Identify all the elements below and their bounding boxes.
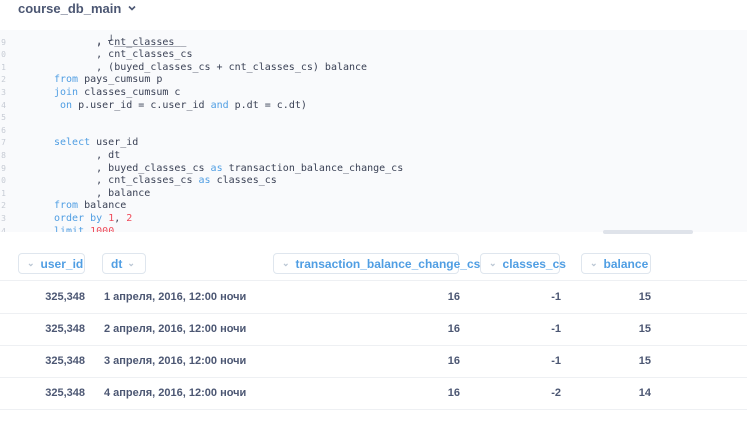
cell-balance: 15 (638, 355, 651, 367)
line-number: 0 (1, 50, 6, 60)
line-number: 1 (1, 62, 6, 72)
code-text: select user_id (54, 137, 139, 149)
cell-user-id: 325,348 (45, 355, 85, 367)
chevron-down-icon (128, 5, 136, 11)
code-line: 0 , cnt_classes_cs (0, 48, 747, 61)
line-number: 4 (1, 100, 6, 110)
column-header-user-id[interactable]: ⌄ user_id (18, 253, 85, 274)
code-line: 6 (0, 124, 747, 137)
code-text: limit 1000 (54, 225, 115, 232)
top-bar: course_db_main (0, 0, 747, 31)
cell-user-id: 325,348 (45, 323, 85, 335)
code-text: , balance (54, 187, 151, 199)
line-number: 5 (1, 113, 6, 123)
code-text: order by 1, 2 (54, 213, 133, 224)
code-text: , cnt_classes_cs (54, 49, 193, 61)
code-text: from balance (54, 200, 127, 212)
database-name: course_db_main (18, 0, 122, 16)
code-text: , cnt_classes (54, 36, 175, 48)
line-number: 3 (1, 88, 6, 97)
code-line: 5 (0, 111, 747, 124)
code-text: join classes_cumsum c (54, 87, 181, 98)
code-line: 2 from balance (0, 199, 747, 212)
line-number: 7 (1, 138, 6, 148)
code-line: 1 , balance (0, 187, 747, 200)
editor-scrollbar[interactable] (603, 230, 693, 234)
line-number: 3 (1, 214, 6, 223)
cell-classes-cs: -2 (551, 387, 561, 399)
line-number: 0 (1, 176, 6, 186)
table-header: ⌄ user_id dt ⌄ ⌄ transaction_balance_cha… (0, 236, 747, 281)
line-number: 2 (1, 75, 6, 85)
cell-user-id: 325,348 (45, 387, 85, 399)
column-header-transaction-balance-change-cs[interactable]: ⌄ transaction_balance_change_cs (273, 253, 480, 274)
chevron-down-icon: ⌄ (127, 258, 135, 268)
database-selector[interactable]: course_db_main (18, 0, 137, 16)
code-text: from pays_cumsum p (54, 74, 163, 86)
code-line: 2 from pays_cumsum p (0, 73, 747, 86)
chevron-down-icon: ⌄ (489, 258, 497, 268)
code-text: , dt (54, 150, 121, 161)
code-line: 9 , buyed_classes_cs as transaction_bala… (0, 162, 747, 175)
cell-dt: 2 апреля, 2016, 12:00 ночи (104, 323, 247, 335)
line-number: 1 (1, 188, 6, 198)
code-line: 1 , (buyed_classes_cs + cnt_classes_cs) … (0, 61, 747, 74)
cell-dt: 3 апреля, 2016, 12:00 ночи (104, 355, 247, 367)
line-number: 6 (1, 125, 6, 135)
code-line: 3 order by 1, 2 (0, 212, 747, 225)
cell-classes-cs: -1 (551, 355, 561, 367)
code-text: , cnt_classes_cs as classes_cs (54, 175, 277, 187)
code-line: 7 select user_id (0, 136, 747, 149)
column-header-dt[interactable]: dt ⌄ (102, 253, 146, 274)
cell-classes-cs: -1 (551, 323, 561, 335)
code-line: 9 , cnt_classes (0, 36, 747, 49)
cell-transaction-balance-change-cs: 16 (447, 323, 460, 335)
cell-transaction-balance-change-cs: 16 (447, 387, 460, 399)
table-row: 325,348 1 апреля, 2016, 12:00 ночи 16 -1… (0, 281, 747, 314)
cell-classes-cs: -1 (551, 291, 561, 303)
cell-transaction-balance-change-cs: 16 (447, 291, 460, 303)
line-number: 4 (1, 226, 6, 232)
column-header-balance[interactable]: ⌄ balance (581, 253, 651, 274)
code-text: on p.user_id = c.user_id and p.dt = c.dt… (60, 99, 307, 111)
cell-balance: 14 (638, 387, 651, 399)
code-line: 0 , cnt_classes_cs as classes_cs (0, 174, 747, 187)
cell-dt: 1 апреля, 2016, 12:00 ночи (104, 291, 247, 303)
code-line: 4 on p.user_id = c.user_id and p.dt = c.… (0, 99, 747, 112)
results-table: ⌄ user_id dt ⌄ ⌄ transaction_balance_cha… (0, 236, 747, 422)
column-header-classes-cs[interactable]: ⌄ classes_cs (480, 253, 566, 274)
chevron-down-icon: ⌄ (27, 258, 35, 268)
code-line: 3 join classes_cumsum c (0, 86, 747, 99)
chevron-down-icon: ⌄ (282, 258, 290, 268)
chevron-down-icon: ⌄ (590, 258, 598, 268)
cell-transaction-balance-change-cs: 16 (447, 355, 460, 367)
table-row: 325,348 4 апреля, 2016, 12:00 ночи 16 -2… (0, 377, 747, 410)
code-text: , buyed_classes_cs as transaction_balanc… (54, 162, 404, 174)
table-row: 325,348 2 апреля, 2016, 12:00 ночи 16 -1… (0, 313, 747, 346)
cell-balance: 15 (638, 323, 651, 335)
line-number: 9 (1, 37, 6, 47)
line-number: 2 (1, 201, 6, 211)
cell-dt: 4 апреля, 2016, 12:00 ночи (104, 387, 247, 399)
line-number: 8 (1, 151, 6, 160)
code-text: , (buyed_classes_cs + cnt_classes_cs) ba… (54, 61, 368, 73)
line-number: 9 (1, 163, 6, 173)
code-line: 8 , dt (0, 149, 747, 162)
cell-balance: 15 (638, 291, 651, 303)
sql-editor[interactable]: , ┘____________ 9 , cnt_classes 0 , cnt_c… (0, 30, 747, 232)
code-line: , ┘____________ (54, 36, 187, 47)
table-row: 325,348 3 апреля, 2016, 12:00 ночи 16 -1… (0, 345, 747, 378)
cell-user-id: 325,348 (45, 291, 85, 303)
